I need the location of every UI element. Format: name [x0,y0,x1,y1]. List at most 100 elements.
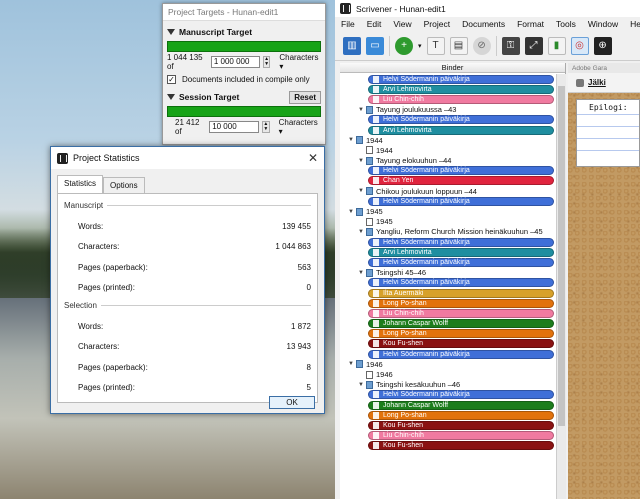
session-spinner[interactable]: ▲ ▼ [261,121,270,133]
ok-button[interactable]: OK [269,396,315,409]
binder-label-pill[interactable]: Chan Yen [368,176,554,186]
binder-label-pill[interactable]: Kou Fu-shen [368,420,554,430]
binder-item[interactable]: Kou Fu-shen [340,420,565,430]
binder-item[interactable]: Arvi Lehmovirta [340,247,565,257]
binder-item[interactable]: ▼ Tsingshi 45–46 [340,268,565,278]
binder-label-pill[interactable]: Long Po-shan [368,298,554,308]
binder-item[interactable]: ▼ 1944 [340,135,565,145]
folder-icon[interactable]: ▭ [366,36,384,55]
menu-help[interactable]: Help [630,19,640,29]
manuscript-unit-select[interactable]: Characters ▾ [279,53,321,71]
binder-label-pill[interactable]: Johann Caspar Wolff [368,319,554,329]
new-text-icon[interactable]: T [426,36,445,55]
binder-item[interactable]: Helvi Södermanin päiväkirja [340,349,565,359]
menu-project[interactable]: Project [424,19,450,29]
fullscreen-icon[interactable]: ⤢ [524,36,543,55]
no-entry-icon[interactable]: ⊘ [472,36,491,55]
expand-arrow-icon[interactable]: ▼ [358,382,364,388]
menu-view[interactable]: View [393,19,411,29]
binder-item[interactable]: ▼ Tayung joulukuussa –43 [340,105,565,115]
expand-arrow-icon[interactable]: ▼ [358,188,364,194]
menu-tools[interactable]: Tools [556,19,576,29]
binder-item[interactable]: Johann Caspar Wolff [340,400,565,410]
index-card[interactable]: Epilogi: [576,99,640,167]
binder-label-pill[interactable]: Liu Chin-chih [368,308,554,318]
menu-edit[interactable]: Edit [367,19,382,29]
tab-options[interactable]: Options [103,177,145,193]
binder-label-pill[interactable]: Arvi Lehmovirta [368,125,554,135]
compile-icon[interactable]: ⊕ [593,36,612,55]
binder-scrollbar[interactable] [556,74,566,499]
binder-label-pill[interactable]: Long Po-shan [368,329,554,339]
binder-label-pill[interactable]: Long Po-shan [368,410,554,420]
expand-arrow-icon[interactable]: ▼ [358,107,364,113]
binder-label-pill[interactable]: Helvi Södermanin päiväkirja [368,257,554,267]
menu-documents[interactable]: Documents [462,19,505,29]
binder-item[interactable]: ▼ 1946 [340,359,565,369]
binder-item[interactable]: Helvi Södermanin päiväkirja [340,257,565,267]
binder-label-pill[interactable]: Helvi Södermanin päiväkirja [368,74,554,84]
new-folder-icon[interactable]: ▤ [449,36,468,55]
binder-label-pill[interactable]: Liu Chin-chih [368,94,554,104]
expand-arrow-icon[interactable]: ▼ [358,270,364,276]
binder-item[interactable]: Kou Fu-shen [340,441,565,451]
binder-item[interactable]: Helvi Södermanin päiväkirja [340,74,565,84]
reset-button[interactable]: Reset [289,90,321,104]
binder-label-pill[interactable]: Arvi Lehmovirta [368,247,554,257]
binder-label-pill[interactable]: Ilta Auermäki [368,288,554,298]
collapse-triangle-icon[interactable] [167,94,175,100]
binder-label-pill[interactable]: Helvi Södermanin päiväkirja [368,278,554,288]
binder-item[interactable]: 1945 [340,217,565,227]
binder-label-pill[interactable]: Helvi Södermanin päiväkirja [368,390,554,400]
binder-label-pill[interactable]: Helvi Södermanin päiväkirja [368,166,554,176]
binder-item[interactable]: ▼ 1945 [340,206,565,216]
tab-statistics[interactable]: Statistics [57,175,104,193]
binder-item[interactable]: 1944 [340,145,565,155]
collapse-triangle-icon[interactable] [167,29,175,35]
editor-title[interactable]: Jälki [588,78,606,87]
binder-item[interactable]: Kou Fu-shen [340,339,565,349]
scrollbar-thumb[interactable] [558,86,565,426]
binder-item[interactable]: Johann Caspar Wolff [340,319,565,329]
close-icon[interactable]: ✕ [302,151,324,165]
binder-item[interactable]: Helvi Södermanin päiväkirja [340,115,565,125]
expand-arrow-icon[interactable]: ▼ [358,229,364,235]
expand-arrow-icon[interactable]: ▼ [348,209,354,215]
binder-item[interactable]: Long Po-shan [340,410,565,420]
expand-arrow-icon[interactable]: ▼ [358,158,364,164]
binder-item[interactable]: Liu Chin-chih [340,308,565,318]
binder-item[interactable]: Long Po-shan [340,298,565,308]
keywords-icon[interactable]: ⚿ [501,36,520,55]
font-select[interactable]: Adobe Gara [572,65,607,72]
binder-label-pill[interactable]: Liu Chin-chih [368,431,554,441]
binder-item[interactable]: Helvi Södermanin päiväkirja [340,390,565,400]
statistics-icon[interactable]: ▮ [547,36,566,55]
manuscript-target-header[interactable]: Manuscript Target [163,25,325,39]
binder-item[interactable]: Liu Chin-chih [340,94,565,104]
binder-item[interactable]: ▼ Yangliu, Reform Church Mission heinäkuu… [340,227,565,237]
compile-only-row[interactable]: ✓ Documents included in compile only [163,72,325,86]
binder-label-pill[interactable]: Helvi Södermanin päiväkirja [368,196,554,206]
binder-item[interactable]: Arvi Lehmovirta [340,84,565,94]
add-icon[interactable]: + [395,36,413,55]
expand-arrow-icon[interactable]: ▼ [348,137,354,143]
binder-item[interactable]: Ilta Auermäki [340,288,565,298]
binder-item[interactable]: Helvi Södermanin päiväkirja [340,196,565,206]
binder-item[interactable]: Helvi Södermanin päiväkirja [340,278,565,288]
binder-item[interactable]: ▼ Tayung elokuuhun –44 [340,156,565,166]
menu-format[interactable]: Format [517,19,544,29]
session-target-header[interactable]: Session Target Reset [163,90,325,104]
binder-item[interactable]: Helvi Södermanin päiväkirja [340,166,565,176]
compile-only-checkbox[interactable]: ✓ [167,74,176,84]
binder-label-pill[interactable]: Kou Fu-shen [368,339,554,349]
session-target-input[interactable]: 10 000 [209,121,259,133]
expand-arrow-icon[interactable]: ▼ [348,361,354,367]
binder-item[interactable]: Helvi Södermanin päiväkirja [340,237,565,247]
binder-item[interactable]: 1946 [340,369,565,379]
menu-file[interactable]: File [341,19,355,29]
binder-label-pill[interactable]: Helvi Södermanin päiväkirja [368,349,554,359]
menu-window[interactable]: Window [588,19,618,29]
binder-item[interactable]: Arvi Lehmovirta [340,125,565,135]
targets-icon[interactable]: ◎ [570,36,589,55]
binder-toggle-icon[interactable]: ▥ [343,36,361,55]
